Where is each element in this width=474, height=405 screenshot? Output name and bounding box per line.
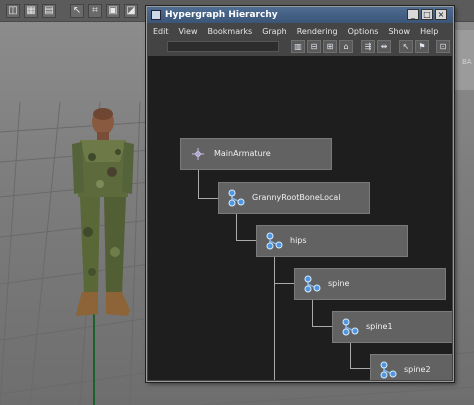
hierarchy-icon[interactable]: ⇶: [361, 40, 375, 53]
minimize-button[interactable]: _: [407, 9, 419, 20]
node-granny-root-bone-local[interactable]: GrannyRootBoneLocal: [218, 182, 370, 214]
joint-icon: [266, 232, 283, 250]
menu-graph[interactable]: Graph: [262, 27, 287, 36]
frame-icon[interactable]: ⌗: [88, 3, 102, 18]
window-title: Hypergraph Hierarchy: [165, 10, 278, 20]
node-label: spine2: [404, 365, 431, 374]
hypergraph-window[interactable]: Hypergraph Hierarchy _ □ × Edit View Boo…: [146, 6, 454, 382]
select-icon[interactable]: ↖: [399, 40, 413, 53]
character-model[interactable]: [72, 108, 134, 316]
app-icon: [151, 10, 161, 20]
filter-icon[interactable]: ⚑: [415, 40, 429, 53]
select-icon[interactable]: ↖: [70, 3, 84, 18]
node-spine2[interactable]: spine2: [370, 354, 452, 380]
node-label: GrannyRootBoneLocal: [252, 193, 341, 202]
joint-icon: [228, 189, 245, 207]
grid-icon[interactable]: ▣: [106, 3, 120, 18]
node-label: spine: [328, 279, 350, 288]
menu-bookmarks[interactable]: Bookmarks: [207, 27, 252, 36]
connector-line: [350, 368, 370, 369]
connector-line: [274, 257, 275, 380]
connector-line: [236, 211, 237, 241]
menu-rendering[interactable]: Rendering: [297, 27, 338, 36]
expand-icon[interactable]: ⊞: [323, 40, 337, 53]
camera-icon[interactable]: ◫: [6, 3, 20, 18]
menu-bar: Edit View Bookmarks Graph Rendering Opti…: [147, 23, 453, 39]
side-panel-label: BA: [462, 58, 472, 66]
menu-options[interactable]: Options: [348, 27, 379, 36]
node-label: hips: [290, 236, 307, 245]
menu-help[interactable]: Help: [420, 27, 438, 36]
connector-line: [312, 299, 313, 326]
attribute-icon[interactable]: ▦: [24, 3, 38, 18]
node-spine[interactable]: spine: [294, 268, 446, 300]
node-main-armature[interactable]: MainArmature: [180, 138, 332, 170]
node-label: MainArmature: [214, 149, 271, 158]
node-hips[interactable]: hips: [256, 225, 408, 257]
node-label: spine1: [366, 322, 393, 331]
snapshot-icon[interactable]: ◪: [124, 3, 138, 18]
connector-line: [274, 283, 294, 284]
connector-line: [198, 198, 218, 199]
menu-show[interactable]: Show: [388, 27, 410, 36]
connection-icon[interactable]: ⇹: [377, 40, 391, 53]
node-spine1[interactable]: spine1: [332, 311, 452, 343]
connector-line: [236, 240, 256, 241]
graph-layout-icon[interactable]: ▥: [291, 40, 305, 53]
display-icon[interactable]: ▤: [42, 3, 56, 18]
maximize-button[interactable]: □: [421, 9, 433, 20]
bookmark-icon[interactable]: ⌂: [339, 40, 353, 53]
collapse-icon[interactable]: ⊟: [307, 40, 321, 53]
joint-icon: [304, 275, 321, 293]
close-button[interactable]: ×: [435, 9, 447, 20]
graph-canvas[interactable]: MainArmature GrannyRootBoneLocal hips sp…: [148, 56, 452, 380]
search-field[interactable]: [167, 41, 279, 52]
frame-icon[interactable]: ⊡: [436, 40, 450, 53]
connector-line: [350, 342, 351, 369]
menu-edit[interactable]: Edit: [153, 27, 169, 36]
connector-line: [312, 326, 332, 327]
menu-view[interactable]: View: [179, 27, 198, 36]
joint-icon: [342, 318, 359, 336]
transform-icon: [192, 148, 204, 160]
joint-icon: [380, 361, 397, 379]
